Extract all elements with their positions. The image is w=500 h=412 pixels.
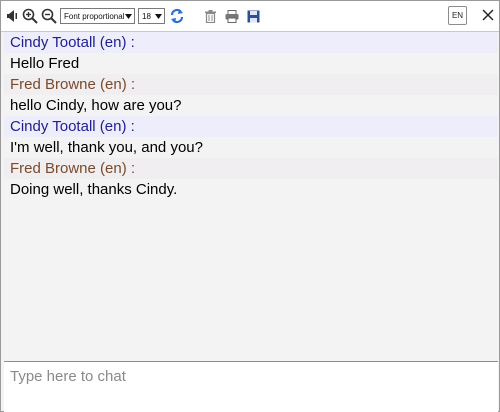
- speaker-button[interactable]: [5, 6, 19, 26]
- chat-transcript: Cindy Tootall (en) : Hello Fred Fred Bro…: [4, 32, 498, 359]
- chat-input[interactable]: [10, 365, 490, 387]
- close-button[interactable]: [481, 8, 495, 22]
- chat-input-area: [4, 361, 498, 412]
- save-button[interactable]: [246, 6, 260, 26]
- message-text: hello Cindy, how are you?: [4, 95, 498, 116]
- font-size-select[interactable]: 18: [138, 8, 165, 24]
- clear-button[interactable]: [203, 6, 217, 26]
- chevron-down-icon: [153, 9, 164, 23]
- print-icon: [225, 9, 239, 23]
- zoom-out-icon: [41, 8, 57, 24]
- chevron-down-icon: [123, 9, 134, 23]
- trash-icon: [204, 9, 216, 23]
- refresh-button[interactable]: [168, 6, 186, 26]
- volume-icon: [7, 10, 17, 22]
- message-text: Doing well, thanks Cindy.: [4, 179, 498, 200]
- print-button[interactable]: [224, 6, 240, 26]
- save-icon: [247, 10, 259, 22]
- message-text: I'm well, thank you, and you?: [4, 137, 498, 158]
- language-button[interactable]: EN: [448, 6, 467, 25]
- message-sender: Fred Browne (en) :: [4, 158, 498, 179]
- chat-window: Font proportional 18 EN Cindy Tootall (e…: [0, 0, 500, 412]
- toolbar: Font proportional 18 EN: [1, 1, 499, 32]
- zoom-in-icon: [22, 8, 38, 24]
- font-select-value: Font proportional: [64, 11, 125, 21]
- close-icon: [482, 9, 494, 21]
- message-sender: Cindy Tootall (en) :: [4, 32, 498, 53]
- message-sender: Fred Browne (en) :: [4, 74, 498, 95]
- font-select[interactable]: Font proportional: [60, 8, 135, 24]
- refresh-icon: [170, 8, 184, 24]
- zoom-out-button[interactable]: [40, 6, 58, 26]
- message-text: Hello Fred: [4, 53, 498, 74]
- message-sender: Cindy Tootall (en) :: [4, 116, 498, 137]
- zoom-in-button[interactable]: [21, 6, 39, 26]
- font-size-value: 18: [142, 11, 151, 21]
